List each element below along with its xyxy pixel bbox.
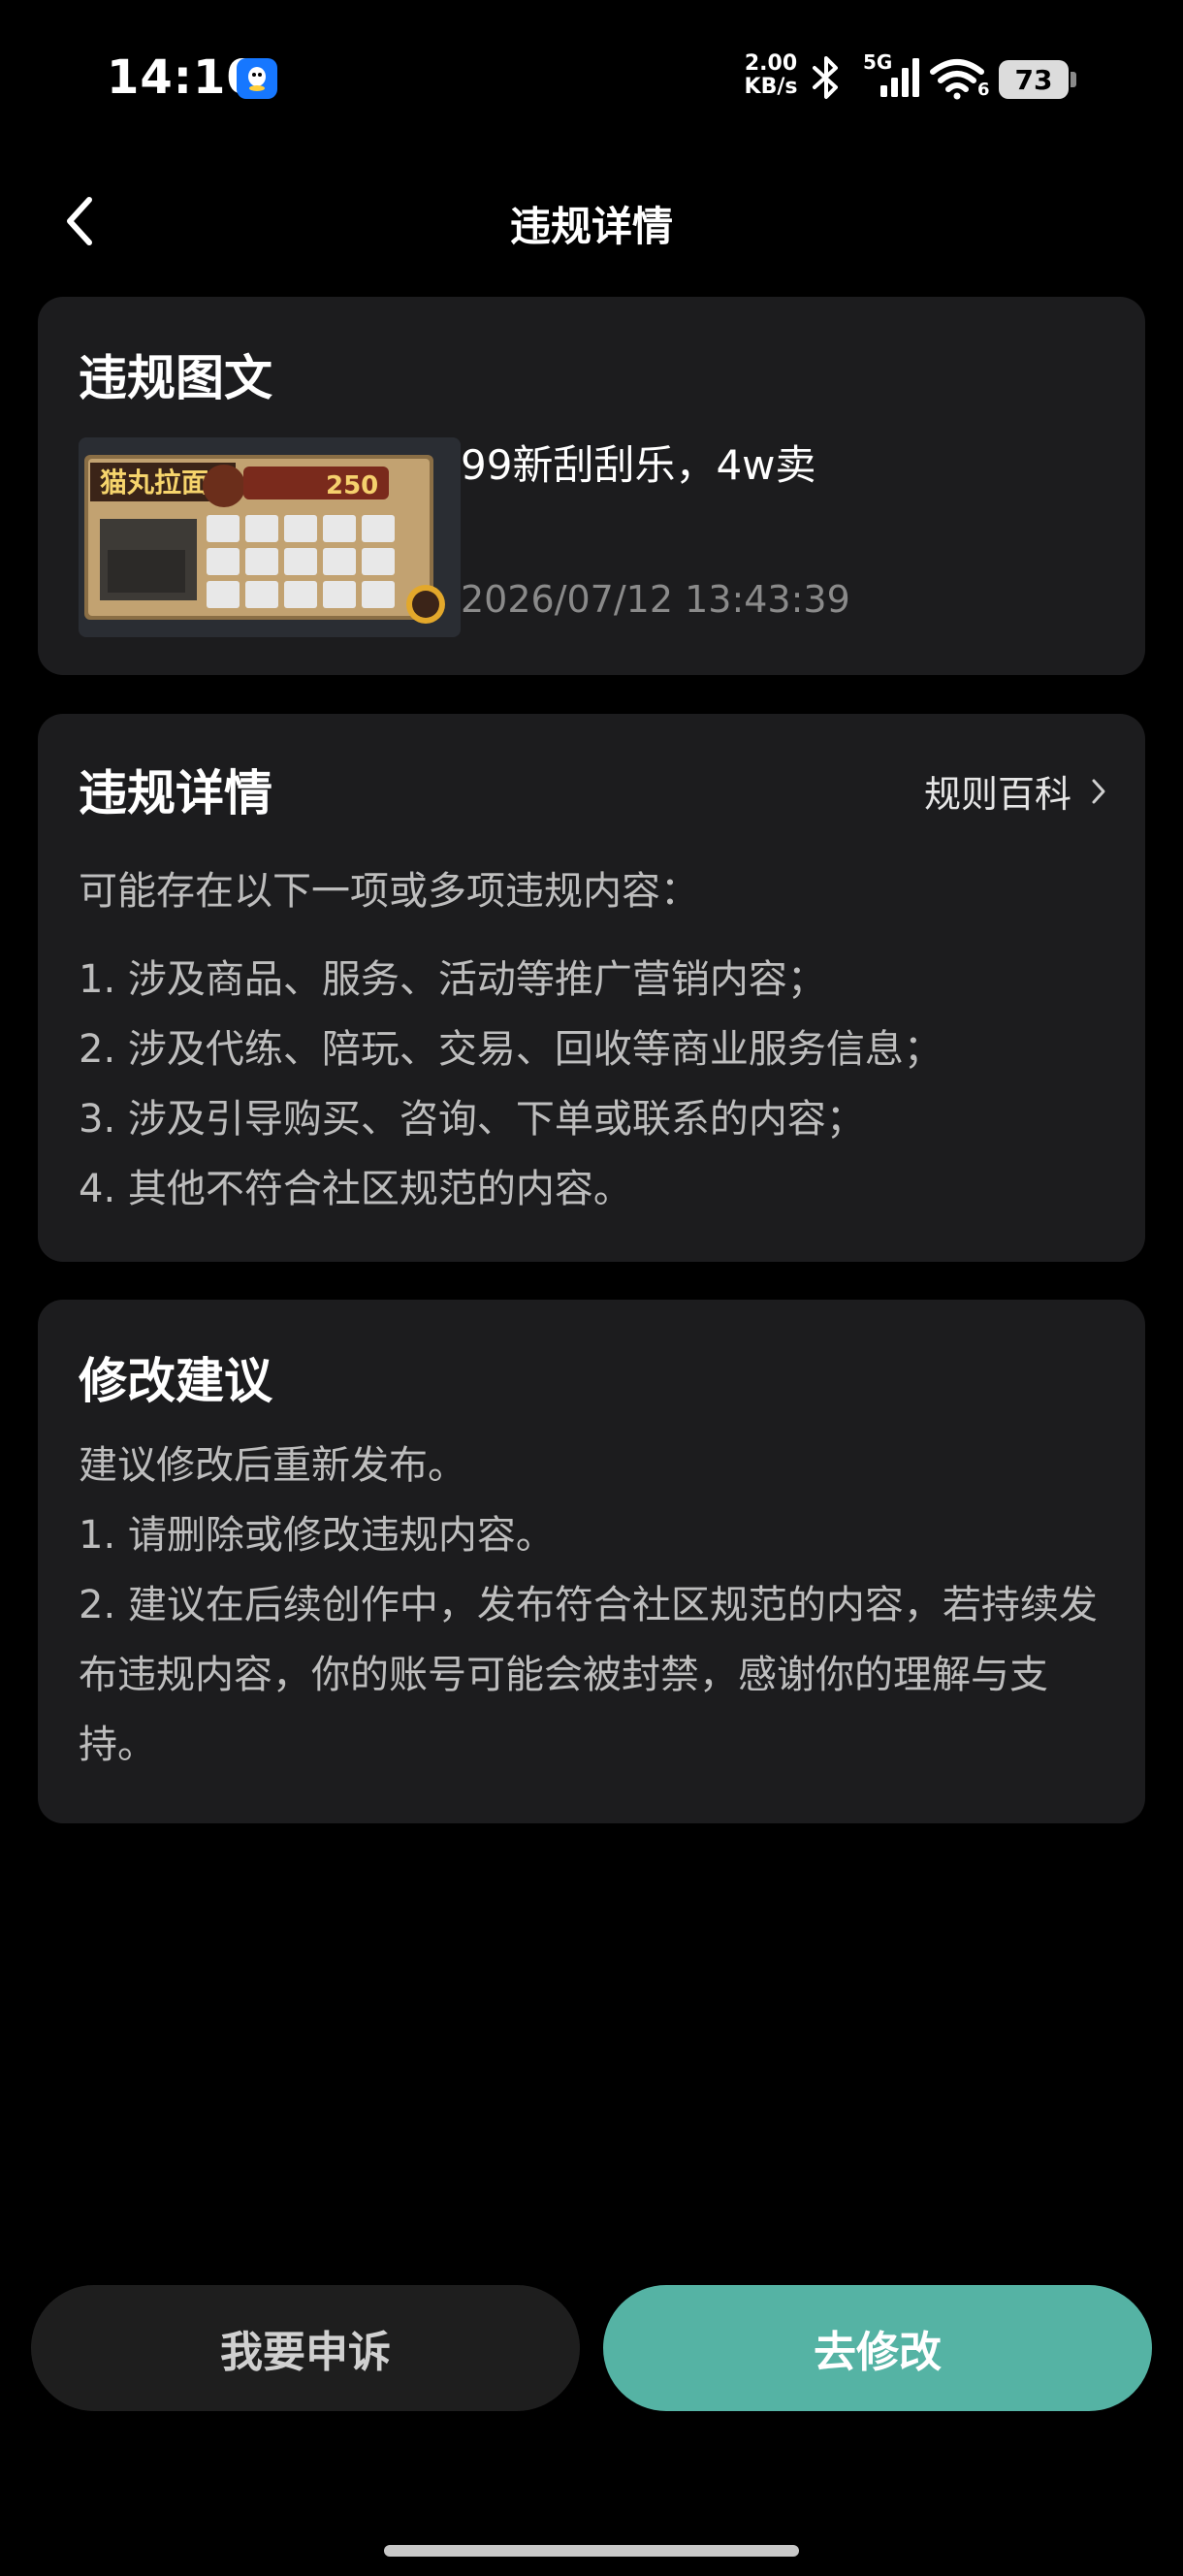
wifi-icon: 6 [929, 54, 990, 101]
rules-encyclopedia-label: 规则百科 [923, 773, 1071, 816]
list-item: 2. 涉及代练、陪玩、交易、回收等商业服务信息； [79, 1027, 943, 1072]
list-item: 3. 涉及引导购买、咨询、下单或联系的内容； [79, 1097, 865, 1142]
thumbnail-title: 猫丸拉面 [100, 467, 208, 499]
post-title[interactable]: 99新刮刮乐，4w卖 [461, 433, 816, 492]
page-title: 违规详情 [509, 203, 673, 250]
advice-line: 建议修改后重新发布。 [79, 1443, 466, 1488]
list-item: 4. 其他不符合社区规范的内容。 [79, 1167, 632, 1211]
rules-encyclopedia-link[interactable]: 规则百科 [924, 764, 1106, 818]
chevron-right-icon [1092, 779, 1105, 803]
post-thumbnail[interactable]: 猫丸拉面 250 [79, 437, 461, 637]
edit-button[interactable]: 去修改 [603, 2285, 1152, 2411]
advice-text: 建议修改后重新发布。 1. 请删除或修改违规内容。 2. 建议在后续创作中，发布… [79, 1431, 1116, 1780]
advice-line: 2. 建议在后续创作中，发布符合社区规范的内容，若持续发布违规内容，你的账号可能… [79, 1583, 1098, 1767]
wifi-label: 6 [977, 80, 990, 100]
qq-app-icon [237, 58, 277, 99]
post-card-title: 违规图文 [79, 350, 272, 406]
network-speed: 2.00 KB/s [742, 52, 800, 99]
appeal-button[interactable]: 我要申诉 [31, 2285, 580, 2411]
violation-detail-title: 违规详情 [79, 765, 272, 821]
advice-card: 修改建议 建议修改后重新发布。 1. 请删除或修改违规内容。 2. 建议在后续创… [38, 1300, 1145, 1823]
battery-icon: 73 [999, 60, 1076, 99]
violation-intro: 可能存在以下一项或多项违规内容： [79, 869, 699, 914]
network-speed-value: 2.00 [744, 51, 798, 76]
home-indicator[interactable] [384, 2545, 799, 2557]
post-card: 违规图文 猫丸拉面 250 99新刮刮乐，4w卖 2026/07/12 13:4… [38, 297, 1145, 675]
thumbnail-prize: 250 [326, 471, 378, 500]
advice-title: 修改建议 [79, 1353, 272, 1409]
network-speed-unit: KB/s [744, 75, 798, 99]
status-bar: 14:10 2.00 KB/s 5G 6 73 [0, 0, 1183, 155]
bluetooth-icon [813, 56, 838, 99]
battery-level: 73 [1014, 63, 1053, 96]
violation-list: 1. 涉及商品、服务、活动等推广营销内容； 2. 涉及代练、陪玩、交易、回收等商… [79, 945, 943, 1224]
advice-line: 1. 请删除或修改违规内容。 [79, 1513, 555, 1558]
post-time: 2026/07/12 13:43:39 [461, 578, 850, 621]
signal-icon: 5G [863, 50, 923, 101]
list-item: 1. 涉及商品、服务、活动等推广营销内容； [79, 957, 826, 1002]
violation-detail-card: 违规详情 规则百科 可能存在以下一项或多项违规内容： 1. 涉及商品、服务、活动… [38, 714, 1145, 1262]
